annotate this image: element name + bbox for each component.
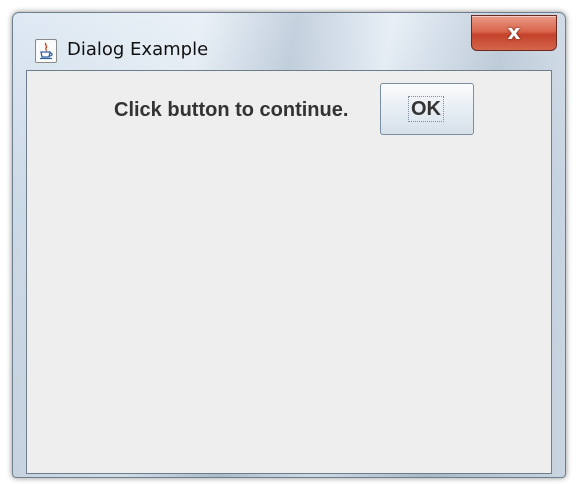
close-button[interactable]: x <box>471 15 557 51</box>
close-icon: x <box>507 20 521 44</box>
ok-button-label: OK <box>408 96 444 122</box>
window-title: Dialog Example <box>67 39 209 60</box>
dialog-window: Dialog Example x Click button to continu… <box>12 12 566 478</box>
title-bar[interactable]: Dialog Example x <box>13 13 565 71</box>
dialog-content-pane: Click button to continue. OK <box>26 70 552 474</box>
prompt-label: Click button to continue. <box>114 99 349 121</box>
java-app-icon[interactable] <box>35 39 57 63</box>
ok-button[interactable]: OK <box>380 83 474 135</box>
